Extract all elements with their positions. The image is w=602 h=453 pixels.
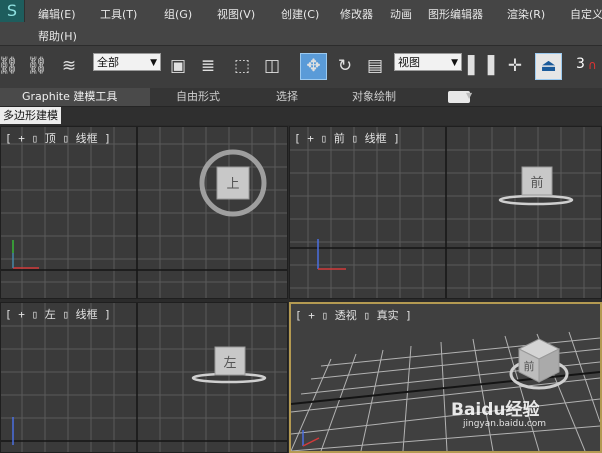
menu-edit[interactable]: 编辑(E) (38, 6, 76, 22)
keyboard-shortcut-override-icon[interactable]: ⏏ (535, 53, 562, 80)
tab-selection[interactable]: 选择 (276, 88, 298, 106)
viewport-front-label[interactable]: [ + ▯ 前 ▯ 线框 ] (294, 130, 400, 146)
selection-filter-value: 全部 (97, 56, 119, 69)
bind-space-warp-icon[interactable]: ≋ (57, 54, 81, 78)
viewport-perspective-label[interactable]: [ + ▯ 透视 ▯ 真实 ] (295, 307, 412, 323)
menu-bar: S 编辑(E) 工具(T) 组(G) 视图(V) 创建(C) 修改器 动画 图形… (0, 0, 602, 45)
reference-coordinate-value: 视图 (398, 56, 420, 69)
viewport-left-label[interactable]: [ + ▯ 左 ▯ 线框 ] (5, 306, 111, 322)
viewport-perspective-grid: 前 (291, 304, 600, 451)
viewport-front[interactable]: 前 [ + ▯ 前 ▯ 线框 ] (289, 126, 602, 299)
select-and-move-icon[interactable]: ✥ (300, 53, 327, 80)
app-logo-icon[interactable]: S (0, 0, 25, 22)
select-and-scale-icon[interactable]: ▤ (363, 54, 387, 78)
viewport-perspective[interactable]: 前 [ + ▯ 透视 ▯ 真实 ] Baidu经验 jingyan.baidu.… (289, 302, 602, 453)
select-and-rotate-icon[interactable]: ↻ (333, 54, 357, 78)
link-icon[interactable]: ⛓ (0, 54, 20, 78)
ribbon-bar: Graphite 建模工具 自由形式 选择 对象绘制 ▼ (0, 88, 602, 107)
viewport-left-grid: 左 (1, 303, 287, 452)
viewport-top-grid: 上 (1, 127, 287, 298)
viewcube-left-face[interactable]: 左 (223, 356, 236, 371)
watermark-url: jingyan.baidu.com (463, 419, 547, 429)
menu-modifiers[interactable]: 修改器 (340, 6, 373, 22)
snap-value[interactable]: 3 (576, 56, 585, 72)
use-pivot-center-icon[interactable]: ▌▐ (468, 54, 494, 78)
ribbon-panel-row: 多边形建模 (0, 107, 602, 125)
tab-object-paint[interactable]: 对象绘制 (352, 88, 396, 106)
viewport-top[interactable]: 上 [ + ▯ 顶 ▯ 线框 ] (0, 126, 288, 299)
menu-graph-editors[interactable]: 图形编辑器 (428, 6, 483, 22)
selection-filter-dropdown[interactable]: 全部 ▼ (93, 53, 161, 71)
main-toolbar: ⛓ ⛓ ≋ 全部 ▼ ▣ ≣ ⬚ ◫ ✥ ↻ ▤ 视图 ▼ ▌▐ ✛ ⏏ 3 ∩ (0, 45, 602, 89)
menu-rendering[interactable]: 渲染(R) (507, 6, 545, 22)
menu-customize[interactable]: 自定义 (570, 6, 602, 22)
viewport-top-label[interactable]: [ + ▯ 顶 ▯ 线框 ] (5, 130, 111, 146)
tab-freeform[interactable]: 自由形式 (176, 88, 220, 106)
watermark-brand: Baidu经验 (451, 400, 540, 420)
window-crossing-icon[interactable]: ◫ (260, 54, 284, 78)
menu-animation[interactable]: 动画 (390, 6, 412, 22)
select-object-icon[interactable]: ▣ (166, 54, 190, 78)
reference-coordinate-dropdown[interactable]: 视图 ▼ (394, 53, 462, 71)
unlink-icon[interactable]: ⛓ (25, 54, 49, 78)
menu-view[interactable]: 视图(V) (217, 6, 255, 22)
menu-tools[interactable]: 工具(T) (100, 6, 137, 22)
tab-graphite-modeling[interactable]: Graphite 建模工具 (0, 88, 150, 106)
chevron-down-icon: ▼ (451, 58, 458, 68)
polygon-modeling-panel[interactable]: 多边形建模 (0, 107, 61, 124)
viewcube-top-face[interactable]: 上 (226, 177, 239, 192)
rectangular-selection-icon[interactable]: ⬚ (230, 54, 254, 78)
chevron-down-icon[interactable]: ▼ (466, 91, 472, 100)
viewport-front-grid: 前 (290, 127, 601, 298)
chevron-down-icon: ▼ (150, 58, 157, 68)
viewcube-perspective-face[interactable]: 前 (524, 359, 535, 373)
viewport-left[interactable]: 左 [ + ▯ 左 ▯ 线框 ] (0, 302, 288, 453)
select-and-manipulate-icon[interactable]: ✛ (503, 54, 527, 78)
select-by-name-icon[interactable]: ≣ (196, 54, 220, 78)
menu-create[interactable]: 创建(C) (281, 6, 319, 22)
viewcube-front-face[interactable]: 前 (530, 175, 543, 191)
menu-help[interactable]: 帮助(H) (38, 28, 77, 44)
menu-group[interactable]: 组(G) (164, 6, 192, 22)
snap-toggle-icon[interactable]: ∩ (588, 58, 597, 72)
